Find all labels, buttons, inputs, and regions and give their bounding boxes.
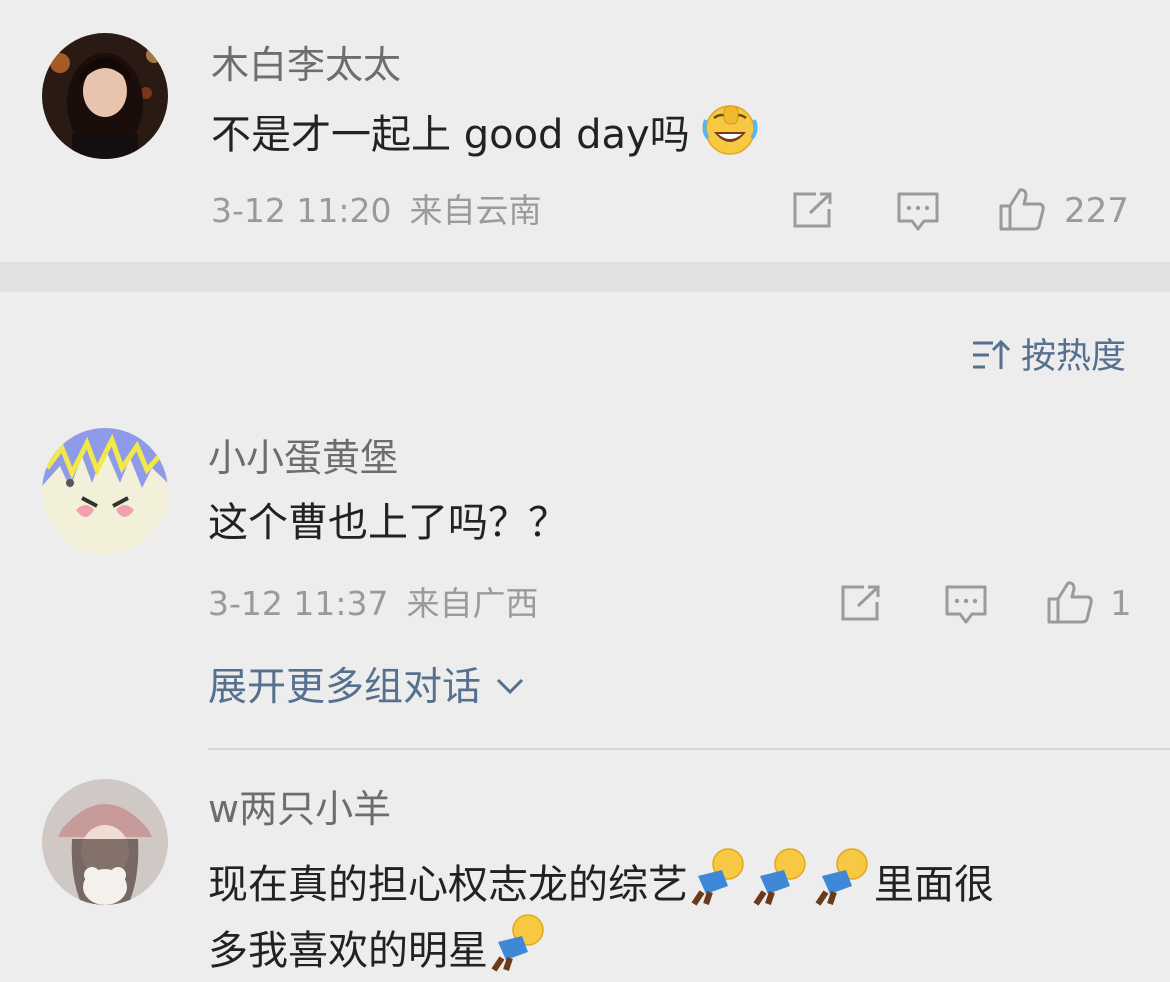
like-count: 1: [1110, 584, 1132, 624]
avatar[interactable]: [42, 779, 168, 905]
timestamp: 3-12 11:20: [211, 191, 392, 230]
comment-feed: 木白李太太 不是才一起上 good day吗 3-12 11:20 来自云南 22…: [0, 0, 1170, 982]
kneeling-figure-emoji: [750, 846, 812, 919]
divider: [208, 748, 1170, 750]
thumbs-up-icon[interactable]: [1046, 579, 1094, 629]
location: 来自云南: [409, 191, 542, 230]
share-icon[interactable]: [840, 584, 882, 626]
sort-label: 按热度: [1020, 336, 1126, 377]
comment-text: 不是才一起上 good day吗: [211, 104, 759, 169]
expand-more-replies-link[interactable]: 展开更多组对话: [208, 668, 525, 707]
chevron-down-icon: [495, 676, 525, 700]
comment-icon[interactable]: [944, 584, 988, 630]
like-count: 227: [1064, 191, 1129, 231]
section-divider: [0, 262, 1170, 292]
comment-text: 这个曹也上了吗？？: [208, 500, 568, 546]
kneeling-figure-emoji: [488, 912, 550, 982]
comment-icon[interactable]: [896, 191, 940, 237]
username[interactable]: 小小蛋黄堡: [208, 439, 398, 477]
username[interactable]: w两只小羊: [208, 790, 391, 828]
sort-icon: [971, 338, 1011, 376]
username[interactable]: 木白李太太: [211, 46, 401, 84]
comment-text: 现在真的担心权志龙的综艺 里面很: [208, 846, 994, 919]
comment-meta: 3-12 11:37 来自广西: [208, 587, 539, 620]
share-icon[interactable]: [792, 191, 834, 233]
comment-meta: 3-12 11:20 来自云南: [211, 194, 542, 227]
avatar[interactable]: [42, 33, 168, 159]
sort-by-hot-button[interactable]: 按热度: [971, 336, 1126, 378]
laughing-crying-emoji: [702, 104, 759, 169]
kneeling-figure-emoji: [688, 846, 750, 919]
timestamp: 3-12 11:37: [208, 584, 389, 623]
kneeling-figure-emoji: [812, 846, 874, 919]
expand-label: 展开更多组对话: [208, 665, 482, 710]
thumbs-up-icon[interactable]: [998, 186, 1046, 236]
comment-text-line2: 多我喜欢的明星: [208, 912, 550, 982]
avatar[interactable]: [42, 428, 168, 554]
location: 来自广西: [406, 584, 539, 623]
